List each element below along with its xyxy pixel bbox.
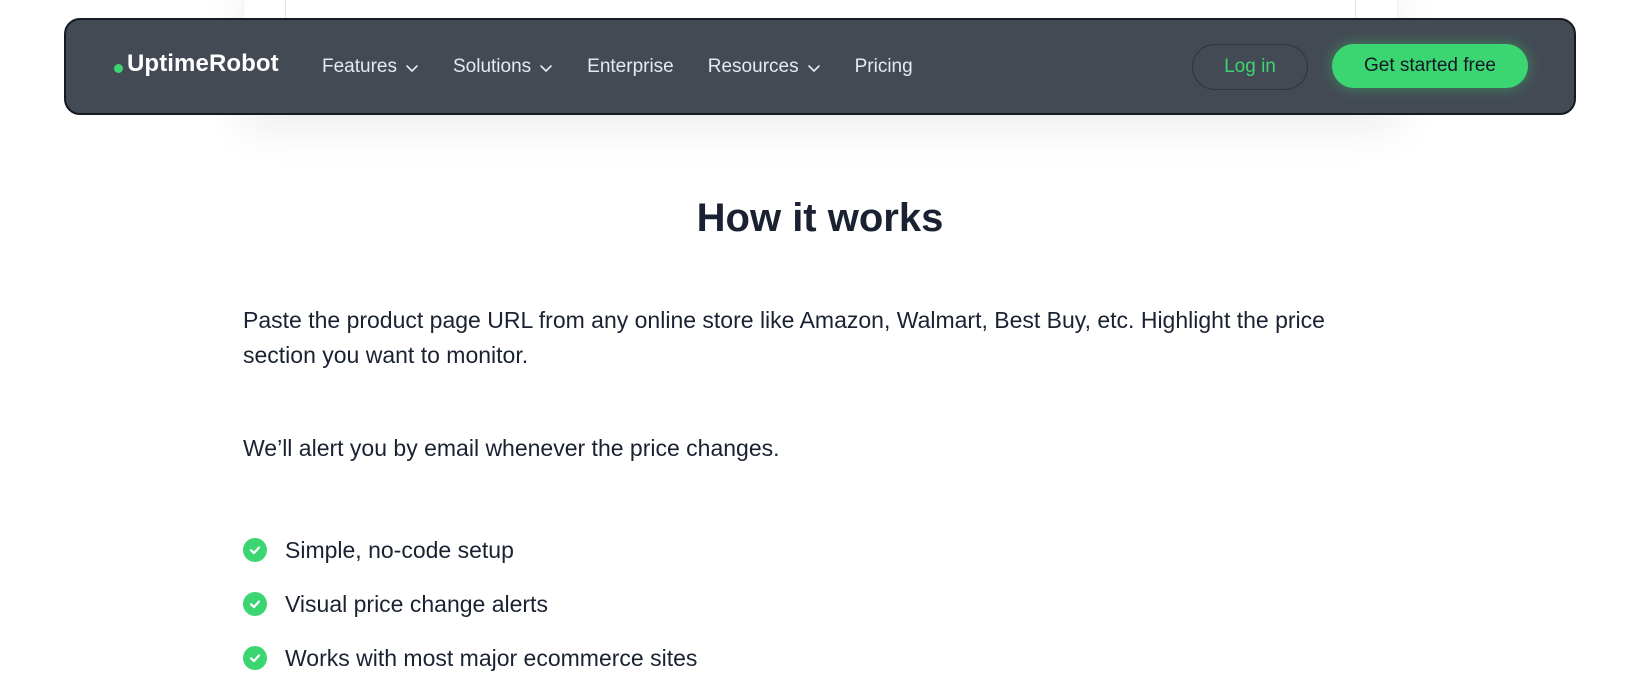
list-item: Simple, no-code setup	[243, 523, 697, 577]
list-item: Visual price change alerts	[243, 577, 697, 631]
chevron-down-icon	[406, 64, 418, 72]
nav-item-label: Features	[322, 55, 397, 77]
login-button[interactable]: Log in	[1192, 44, 1308, 90]
get-started-button[interactable]: Get started free	[1332, 44, 1528, 88]
nav-item-label: Resources	[707, 55, 799, 77]
list-item: Works with most major ecommerce sites	[243, 631, 697, 685]
brand-logo[interactable]: UptimeRobot	[114, 50, 279, 78]
nav-item-pricing[interactable]: Pricing	[855, 56, 913, 78]
nav-item-label: Pricing	[854, 55, 913, 77]
feature-list: Simple, no-code setup Visual price chang…	[243, 523, 697, 685]
page: UptimeRobot Features Solutions Enterpris…	[0, 0, 1640, 692]
nav-item-label: Enterprise	[587, 55, 674, 77]
chevron-down-icon	[807, 64, 820, 72]
nav-item-enterprise[interactable]: Enterprise	[587, 56, 674, 78]
top-navbar: UptimeRobot Features Solutions Enterpris…	[64, 18, 1576, 115]
background-card-inner	[285, 0, 1356, 20]
intro-paragraph: Paste the product page URL from any onli…	[243, 307, 1325, 368]
brand-name: UptimeRobot	[127, 50, 279, 77]
nav-item-label: Solutions	[452, 55, 532, 77]
feature-label: Visual price change alerts	[285, 590, 548, 617]
logo-dot-icon	[114, 63, 123, 73]
check-circle-icon	[243, 646, 267, 670]
alert-paragraph: We’ll alert you by email whenever the pr…	[243, 435, 780, 461]
nav-item-solutions[interactable]: Solutions	[453, 56, 553, 78]
nav-item-features[interactable]: Features	[322, 56, 419, 78]
feature-label: Simple, no-code setup	[285, 536, 514, 563]
check-circle-icon	[243, 592, 267, 616]
nav-menu: Features Solutions Enterprise Resources …	[322, 20, 947, 113]
check-circle-icon	[243, 538, 267, 562]
feature-label: Works with most major ecommerce sites	[285, 644, 698, 671]
nav-item-resources[interactable]: Resources	[708, 56, 821, 78]
chevron-down-icon	[540, 64, 552, 72]
section-title: How it works	[696, 196, 944, 240]
